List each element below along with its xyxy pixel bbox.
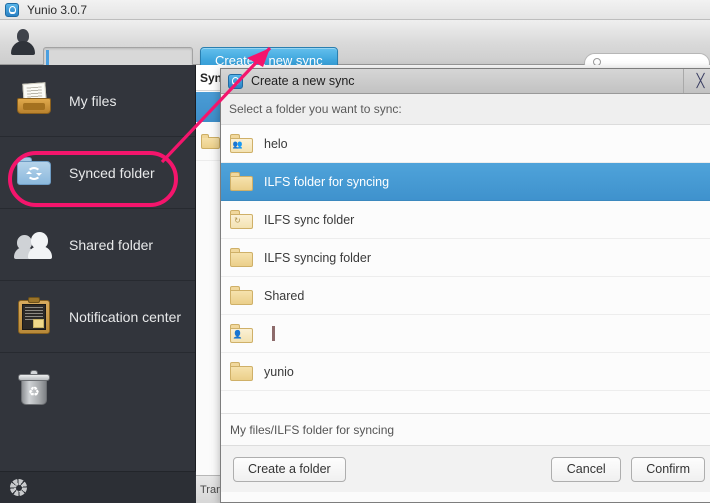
sidebar: My files Synced folder Shared folder Not…: [0, 65, 196, 503]
folder-name: Shared: [264, 288, 305, 303]
sidebar-item-shared-folder[interactable]: Shared folder: [0, 209, 195, 281]
sidebar-footer: [0, 471, 196, 503]
list-empty-space: [221, 391, 710, 413]
yunio-logo-icon: [5, 2, 19, 17]
two-people-icon: [14, 225, 54, 265]
list-item[interactable]: ILFS syncing folder: [221, 239, 710, 277]
list-item[interactable]: ↻ ILFS sync folder: [221, 201, 710, 239]
cancel-label: Cancel: [566, 462, 606, 476]
sidebar-item-trash[interactable]: ♻: [0, 353, 195, 425]
main-toolbar: Create a new sync: [0, 20, 710, 74]
sidebar-item-label: Shared folder: [69, 236, 154, 253]
sidebar-item-label: Notification center: [69, 308, 182, 325]
folder-icon: [230, 248, 253, 267]
folder-user-icon: 👤: [230, 324, 253, 343]
sidebar-item-notification-center[interactable]: Notification center: [0, 281, 195, 353]
folder-icon: [230, 362, 253, 381]
create-a-folder-button[interactable]: Create a folder: [233, 456, 346, 482]
trash-bin-icon: ♻: [14, 369, 54, 409]
folder-icon: [230, 172, 253, 191]
selected-path-label: My files/ILFS folder for syncing: [221, 413, 710, 446]
dialog-footer: Create a folder Cancel Confirm: [221, 446, 710, 492]
folder-icon: [230, 286, 253, 305]
dialog-titlebar: Create a new sync ╳: [221, 69, 710, 94]
list-item[interactable]: ILFS folder for syncing: [221, 163, 710, 201]
gear-icon[interactable]: [10, 479, 27, 496]
close-icon[interactable]: ╳: [683, 69, 710, 93]
folder-name: ILFS sync folder: [264, 212, 355, 227]
confirm-label: Confirm: [646, 462, 690, 476]
folder-name: helo: [264, 136, 288, 151]
list-item-new-folder[interactable]: 👤: [221, 315, 710, 353]
folder-name: yunio: [264, 364, 294, 379]
user-avatar-icon: [10, 29, 36, 55]
text-caret: [272, 326, 275, 341]
yunio-logo-icon: [228, 73, 243, 89]
create-a-new-sync-dialog: Create a new sync ╳ Select a folder you …: [220, 68, 710, 503]
cancel-button[interactable]: Cancel: [551, 456, 622, 482]
list-item[interactable]: 👥 helo: [221, 125, 710, 163]
folder-sync-icon: [201, 134, 220, 149]
file-tray-icon: [14, 81, 54, 121]
folder-name: ILFS syncing folder: [264, 250, 371, 265]
sidebar-item-label: My files: [69, 92, 117, 109]
list-item[interactable]: Shared: [221, 277, 710, 315]
create-folder-label: Create a folder: [248, 462, 331, 476]
folder-sync-icon: ↻: [230, 210, 253, 229]
sidebar-item-my-files[interactable]: My files: [0, 65, 195, 137]
clipboard-icon: [14, 296, 54, 337]
folder-name: ILFS folder for syncing: [264, 174, 390, 189]
dialog-subtitle: Select a folder you want to sync:: [221, 94, 710, 125]
synced-folder-icon: [14, 153, 54, 193]
window-title: Yunio 3.0.7: [27, 2, 88, 17]
sidebar-item-label: Synced folder: [69, 164, 155, 181]
sidebar-item-synced-folder[interactable]: Synced folder: [0, 137, 195, 209]
dialog-title: Create a new sync: [251, 74, 355, 88]
confirm-button[interactable]: Confirm: [631, 456, 705, 482]
folder-list: 👥 helo ILFS folder for syncing ↻ ILFS sy…: [221, 125, 710, 413]
list-item[interactable]: yunio: [221, 353, 710, 391]
app-root: Yunio 3.0.7 Create a new sync Synced fol…: [0, 0, 710, 503]
window-titlebar: Yunio 3.0.7: [0, 0, 710, 20]
folder-shared-icon: 👥: [230, 134, 253, 153]
